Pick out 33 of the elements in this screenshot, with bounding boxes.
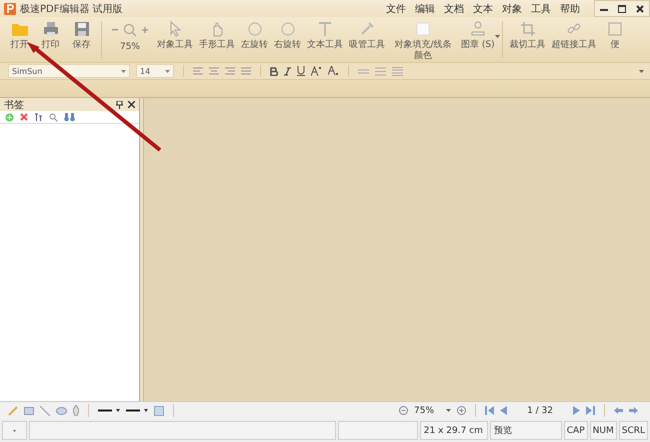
toolbar-button[interactable]: 超链接工具 bbox=[548, 17, 600, 62]
font-dropdown[interactable]: SimSun bbox=[8, 64, 130, 78]
zoom-level: 75% bbox=[120, 42, 140, 53]
key-indicator: SCRL bbox=[618, 421, 648, 440]
menu-item[interactable]: 文件 bbox=[386, 2, 406, 16]
menu-item[interactable]: 编辑 bbox=[415, 2, 435, 16]
menu-item[interactable]: 文档 bbox=[444, 2, 464, 16]
toolbar-button[interactable]: 打印 bbox=[35, 17, 66, 62]
toolbar-button[interactable]: 右旋转 bbox=[271, 17, 304, 62]
toolbar-button[interactable]: 文本工具 bbox=[304, 17, 346, 62]
menu-item[interactable]: 文本 bbox=[473, 2, 493, 16]
toolbar-button[interactable]: 手形工具 bbox=[196, 17, 238, 62]
toolbar-button[interactable]: 对象工具 bbox=[154, 17, 196, 62]
page-number: 1 / 32 bbox=[527, 406, 553, 416]
toolbar-button[interactable]: 对象填充/线条颜色 bbox=[388, 17, 458, 62]
toolbar-button[interactable]: 保存 bbox=[66, 17, 97, 62]
view-mode: 预览 bbox=[490, 421, 562, 440]
page-size: 21 x 29.7 cm bbox=[420, 421, 488, 440]
toolbar-button[interactable]: 吸管工具 bbox=[346, 17, 388, 62]
key-indicator: NUM bbox=[590, 421, 617, 440]
panel-title: 书签 bbox=[4, 98, 24, 112]
zoom-level: 75% bbox=[414, 406, 434, 416]
menu-item[interactable]: 工具 bbox=[531, 2, 551, 16]
toolbar-button[interactable]: 打开 bbox=[4, 17, 35, 62]
menu-item[interactable]: 帮助 bbox=[560, 2, 580, 16]
toolbar-button[interactable]: 裁切工具 bbox=[506, 17, 549, 62]
menu-item[interactable]: 对象 bbox=[502, 2, 522, 16]
key-indicator: CAP bbox=[564, 421, 588, 440]
toolbar-button[interactable]: 左旋转 bbox=[238, 17, 271, 62]
font-size-dropdown[interactable]: 14 bbox=[136, 64, 174, 78]
window-title: 极速PDF编辑器 试用版 bbox=[20, 2, 123, 16]
toolbar-button[interactable]: 便 bbox=[600, 17, 631, 62]
toolbar-button[interactable]: 图章 (S) bbox=[458, 17, 498, 62]
